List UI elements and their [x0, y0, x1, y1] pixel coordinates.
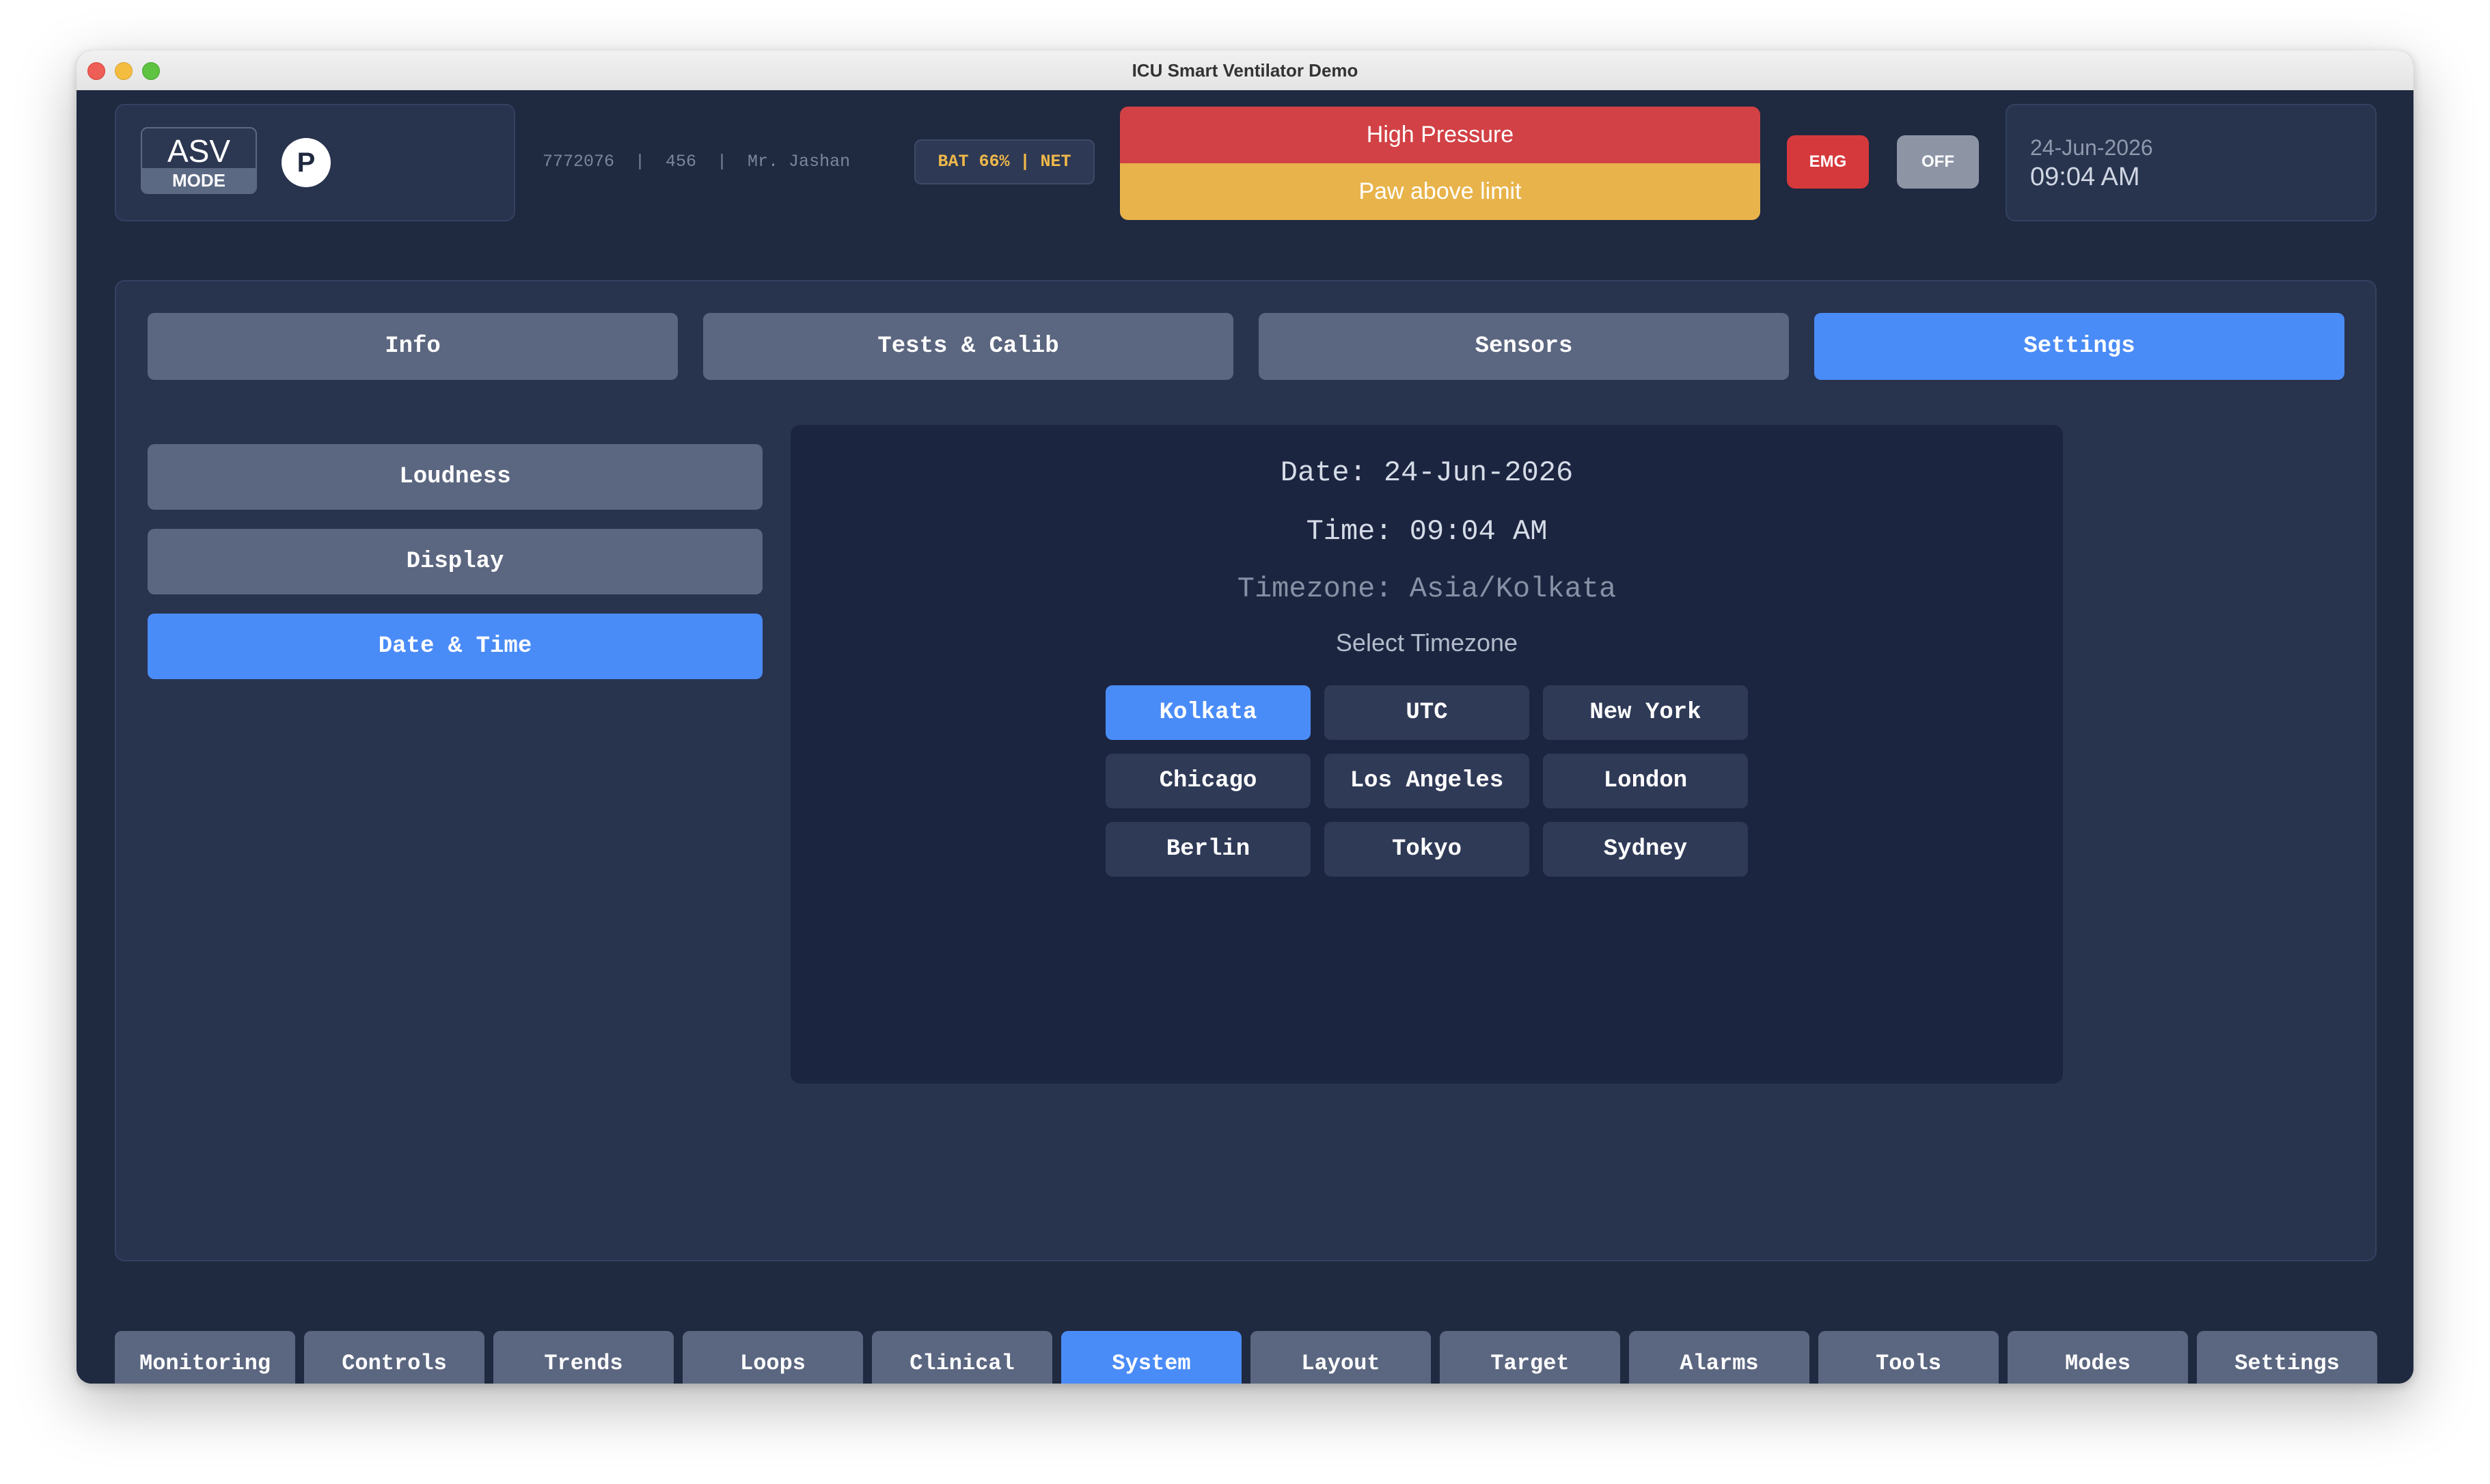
alarm-high-pressure[interactable]: High Pressure — [1120, 107, 1760, 163]
sidebar-item-display[interactable]: Display — [148, 529, 763, 594]
mode-label: MODE — [142, 168, 256, 193]
nav-clinical[interactable]: Clinical — [872, 1331, 1052, 1384]
timezone-chicago[interactable]: Chicago — [1106, 754, 1311, 808]
timezone-new-york[interactable]: New York — [1543, 685, 1748, 740]
alarm-paw-above-limit[interactable]: Paw above limit — [1120, 163, 1760, 220]
emergency-button[interactable]: EMG — [1787, 135, 1869, 189]
nav-trends[interactable]: Trends — [493, 1331, 674, 1384]
tab-settings[interactable]: Settings — [1814, 313, 2344, 380]
tab-tests-calib[interactable]: Tests & Calib — [703, 313, 1233, 380]
app-window: ICU Smart Ventilator Demo ASV MODE P 777… — [77, 51, 2413, 1384]
nav-monitoring[interactable]: Monitoring — [115, 1331, 295, 1384]
nav-modes[interactable]: Modes — [2008, 1331, 2188, 1384]
nav-target[interactable]: Target — [1440, 1331, 1620, 1384]
nav-settings[interactable]: Settings — [2197, 1331, 2377, 1384]
nav-loops[interactable]: Loops — [683, 1331, 863, 1384]
tab-info[interactable]: Info — [148, 313, 678, 380]
nav-controls[interactable]: Controls — [304, 1331, 484, 1384]
timezone-tokyo[interactable]: Tokyo — [1324, 822, 1529, 877]
mode-card: ASV MODE P — [115, 104, 515, 221]
nav-alarms[interactable]: Alarms — [1629, 1331, 1809, 1384]
datetime-card: 24-Jun-2026 09:04 AM — [2006, 104, 2377, 221]
timezone-berlin[interactable]: Berlin — [1106, 822, 1311, 877]
tab-sensors[interactable]: Sensors — [1259, 313, 1789, 380]
datetime-panel: Date: 24-Jun-2026 Time: 09:04 AM Timezon… — [791, 425, 2063, 1084]
header-date: 24-Jun-2026 — [2030, 135, 2153, 160]
select-timezone-label: Select Timezone — [1335, 629, 1518, 657]
timezone-utc[interactable]: UTC — [1324, 685, 1529, 740]
timezone-kolkata[interactable]: Kolkata — [1106, 685, 1311, 740]
off-button[interactable]: OFF — [1897, 135, 1979, 189]
timezone-sydney[interactable]: Sydney — [1543, 822, 1748, 877]
patient-info: 7772076 | 456 | Mr. Jashan — [543, 152, 851, 171]
window-title: ICU Smart Ventilator Demo — [1132, 60, 1358, 81]
header-time: 09:04 AM — [2030, 163, 2140, 191]
nav-system[interactable]: System — [1061, 1331, 1242, 1384]
sidebar-item-loudness[interactable]: Loudness — [148, 444, 763, 510]
timezone-los-angeles[interactable]: Los Angeles — [1324, 754, 1529, 808]
timezone-london[interactable]: London — [1543, 754, 1748, 808]
timezone-display: Timezone: Asia/Kolkata — [1237, 573, 1617, 605]
ventilator-app: ASV MODE P 7772076 | 456 | Mr. Jashan BA… — [77, 90, 2413, 1384]
mode-indicator[interactable]: ASV MODE — [141, 127, 257, 194]
time-display: Time: 09:04 AM — [1306, 515, 1548, 548]
nav-tools[interactable]: Tools — [1818, 1331, 1999, 1384]
sidebar-item-date-time[interactable]: Date & Time — [148, 614, 763, 679]
status-badge: BAT 66% | NET — [914, 139, 1095, 184]
date-display: Date: 24-Jun-2026 — [1280, 456, 1574, 489]
patient-badge[interactable]: P — [282, 138, 331, 187]
title-bar: ICU Smart Ventilator Demo — [77, 51, 2413, 91]
nav-layout[interactable]: Layout — [1250, 1331, 1431, 1384]
mode-name: ASV — [167, 133, 231, 169]
